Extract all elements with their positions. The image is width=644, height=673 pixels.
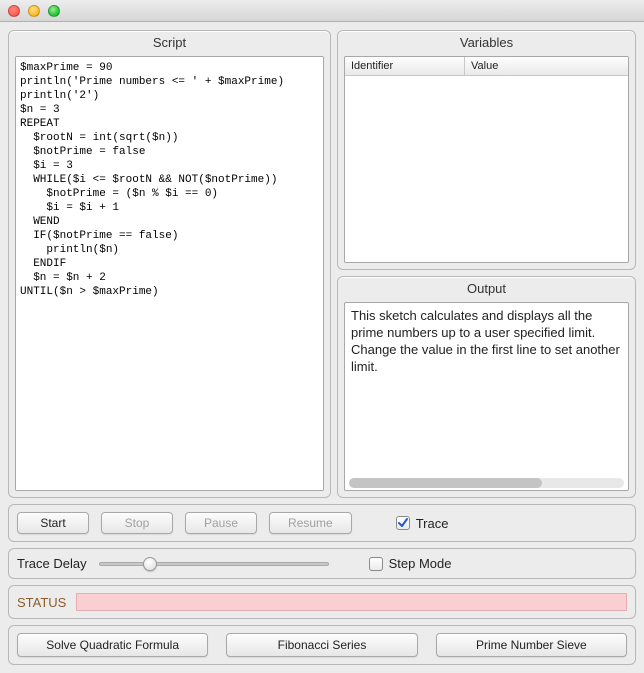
zoom-icon[interactable] [48,5,60,17]
trace-controls: Trace Delay Step Mode [8,548,636,579]
run-controls: Start Stop Pause Resume Trace [8,504,636,542]
example-quadratic-button[interactable]: Solve Quadratic Formula [17,633,208,657]
status-bar [76,593,627,611]
resume-button[interactable]: Resume [269,512,352,534]
checkbox-icon [369,557,383,571]
step-mode-label: Step Mode [389,556,452,571]
close-icon[interactable] [8,5,20,17]
variables-panel-title: Variables [338,31,635,56]
script-panel-title: Script [9,31,330,56]
slider-thumb-icon[interactable] [143,557,157,571]
example-fibonacci-button[interactable]: Fibonacci Series [226,633,417,657]
window-titlebar[interactable] [0,0,644,22]
output-panel-title: Output [338,277,635,302]
minimize-icon[interactable] [28,5,40,17]
checkbox-icon [396,516,410,530]
trace-delay-slider[interactable] [99,562,329,566]
output-text: This sketch calculates and displays all … [345,303,628,476]
variables-col-value[interactable]: Value [465,57,628,75]
status-label: STATUS [17,595,66,610]
pause-button[interactable]: Pause [185,512,257,534]
variables-table-header: Identifier Value [345,57,628,76]
status-row: STATUS [8,585,636,619]
step-mode-checkbox[interactable]: Step Mode [369,556,452,571]
script-editor[interactable] [16,57,323,490]
variables-col-identifier[interactable]: Identifier [345,57,465,75]
trace-checkbox-label: Trace [416,516,449,531]
trace-checkbox[interactable]: Trace [396,516,449,531]
start-button[interactable]: Start [17,512,89,534]
variables-panel: Variables Identifier Value [337,30,636,270]
trace-delay-label: Trace Delay [17,556,87,571]
output-panel: Output This sketch calculates and displa… [337,276,636,498]
examples-row: Solve Quadratic Formula Fibonacci Series… [8,625,636,665]
script-panel: Script [8,30,331,498]
example-sieve-button[interactable]: Prime Number Sieve [436,633,627,657]
stop-button[interactable]: Stop [101,512,173,534]
output-scrollbar-horizontal[interactable] [349,478,624,488]
